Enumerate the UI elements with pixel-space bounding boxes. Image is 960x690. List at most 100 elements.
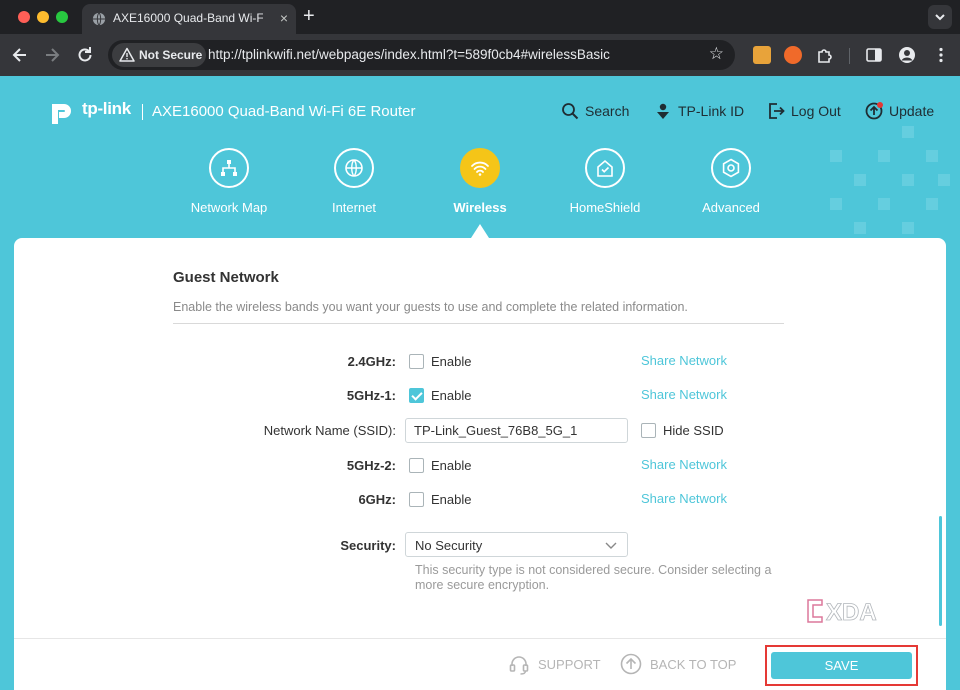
network-map-icon	[221, 160, 237, 176]
homeshield-icon	[597, 159, 613, 177]
menu-internet[interactable]: Internet	[299, 148, 409, 218]
gear-icon	[722, 158, 740, 178]
globe-icon	[92, 12, 106, 26]
browser-tab-strip: AXE16000 Quad-Band Wi-Fi 6E Router × +	[0, 0, 960, 34]
extension-icon[interactable]	[753, 46, 771, 64]
brave-shield-icon[interactable]	[784, 46, 802, 64]
band-label-2-4ghz: 2.4GHz:	[347, 354, 396, 369]
url-text[interactable]: http://tplinkwifi.net/webpages/index.htm…	[208, 47, 610, 62]
security-hint: This security type is not considered sec…	[415, 563, 772, 592]
tplink-logo-icon	[52, 104, 71, 124]
enable-2-4ghz-label[interactable]: Enable	[431, 354, 471, 369]
hide-ssid-label[interactable]: Hide SSID	[663, 423, 724, 438]
maximize-window-button[interactable]	[56, 11, 68, 23]
tplink-id-label: TP-Link ID	[678, 103, 745, 119]
tplink-id-icon	[657, 103, 669, 119]
menu-icon-circle	[711, 148, 751, 188]
content-card: Guest Network Enable the wireless bands …	[14, 238, 946, 690]
router-model: AXE16000 Quad-Band Wi-Fi 6E Router	[152, 103, 416, 120]
save-button[interactable]: SAVE	[771, 652, 912, 679]
xda-watermark-logo: XDA	[807, 599, 877, 626]
menu-icon-circle	[209, 148, 249, 188]
close-tab-icon[interactable]: ×	[280, 10, 288, 26]
svg-text:XDA: XDA	[826, 599, 877, 626]
forward-arrow-icon[interactable]	[42, 45, 62, 65]
wifi-icon	[471, 161, 489, 176]
menu-icon-circle	[585, 148, 625, 188]
not-secure-label: Not Secure	[139, 48, 203, 62]
side-panel-icon[interactable]	[865, 46, 883, 64]
enable-5ghz-1-checkbox[interactable]	[409, 388, 424, 403]
band-label-6ghz: 6GHz:	[358, 492, 396, 507]
address-bar[interactable]: Not Secure http://tplinkwifi.net/webpage…	[108, 40, 735, 70]
share-network-5ghz-1-link[interactable]: Share Network	[641, 387, 727, 402]
browser-toolbar: Not Secure http://tplinkwifi.net/webpage…	[0, 34, 960, 76]
section-divider	[173, 323, 784, 324]
security-select[interactable]: No Security	[405, 532, 628, 557]
menu-wireless[interactable]: Wireless	[425, 148, 535, 218]
tab-search-button[interactable]	[928, 5, 952, 29]
menu-advanced[interactable]: Advanced	[676, 148, 786, 218]
site-info-chip[interactable]: Not Secure	[112, 43, 206, 67]
menu-icon-circle	[460, 148, 500, 188]
enable-2-4ghz-checkbox[interactable]	[409, 354, 424, 369]
update-label: Update	[889, 103, 935, 119]
tab-title: AXE16000 Quad-Band Wi-Fi 6E Router	[113, 11, 263, 25]
security-label: Security:	[340, 538, 396, 553]
band-label-5ghz-1: 5GHz-1:	[346, 388, 396, 403]
profile-icon[interactable]	[898, 46, 916, 64]
reload-icon[interactable]	[75, 45, 95, 65]
search-label: Search	[585, 103, 630, 119]
scrollbar-thumb[interactable]	[939, 516, 942, 626]
enable-6ghz-label[interactable]: Enable	[431, 492, 471, 507]
share-network-5ghz-2-link[interactable]: Share Network	[641, 457, 727, 472]
brand-name: tp-link	[82, 99, 131, 118]
arrow-up-circle-icon	[620, 653, 642, 675]
update-icon	[865, 102, 883, 120]
ssid-input[interactable]	[405, 418, 628, 443]
menu-label: HomeShield	[569, 200, 641, 215]
minimize-window-button[interactable]	[37, 11, 49, 23]
enable-6ghz-checkbox[interactable]	[409, 492, 424, 507]
share-network-6ghz-link[interactable]: Share Network	[641, 491, 727, 506]
support-label: SUPPORT	[538, 657, 601, 672]
enable-5ghz-2-label[interactable]: Enable	[431, 458, 471, 473]
section-description: Enable the wireless bands you want your …	[173, 300, 688, 314]
menu-network-map[interactable]: Network Map	[174, 148, 284, 218]
enable-5ghz-1-label[interactable]: Enable	[431, 388, 471, 403]
bookmark-star-icon[interactable]: ☆	[709, 45, 724, 63]
chevron-down-icon	[605, 542, 617, 549]
menu-label: Advanced	[702, 200, 760, 215]
kebab-menu-icon[interactable]	[932, 46, 950, 64]
search-icon	[562, 103, 579, 120]
globe-icon	[345, 159, 363, 177]
logout-icon	[769, 103, 785, 119]
action-footer: SUPPORT BACK TO TOP SAVE	[14, 638, 946, 690]
chevron-down-icon	[935, 14, 945, 21]
close-window-button[interactable]	[18, 11, 30, 23]
new-tab-button[interactable]: +	[303, 6, 315, 26]
back-arrow-icon[interactable]	[10, 45, 30, 65]
menu-label: Wireless	[453, 200, 507, 215]
band-label-5ghz-2: 5GHz-2:	[346, 458, 396, 473]
toolbar-divider	[849, 48, 850, 64]
active-menu-pointer	[471, 224, 489, 238]
menu-label: Internet	[331, 200, 377, 215]
share-network-2-4ghz-link[interactable]: Share Network	[641, 353, 727, 368]
ssid-label: Network Name (SSID):	[263, 423, 396, 438]
back-to-top-label: BACK TO TOP	[650, 657, 737, 672]
puzzle-icon[interactable]	[816, 46, 834, 64]
save-highlight: SAVE	[765, 645, 918, 686]
menu-label: Network Map	[190, 200, 268, 215]
section-title: Guest Network	[173, 269, 279, 286]
headset-icon	[509, 656, 529, 675]
enable-5ghz-2-checkbox[interactable]	[409, 458, 424, 473]
browser-tab[interactable]: AXE16000 Quad-Band Wi-Fi 6E Router ×	[82, 4, 296, 34]
menu-icon-circle	[334, 148, 374, 188]
router-app: tp-link AXE16000 Quad-Band Wi-Fi 6E Rout…	[0, 76, 960, 690]
brand-divider	[142, 104, 143, 120]
menu-homeshield[interactable]: HomeShield	[550, 148, 660, 218]
hide-ssid-checkbox[interactable]	[641, 423, 656, 438]
security-select-value: No Security	[415, 538, 483, 553]
logout-label: Log Out	[791, 103, 841, 119]
